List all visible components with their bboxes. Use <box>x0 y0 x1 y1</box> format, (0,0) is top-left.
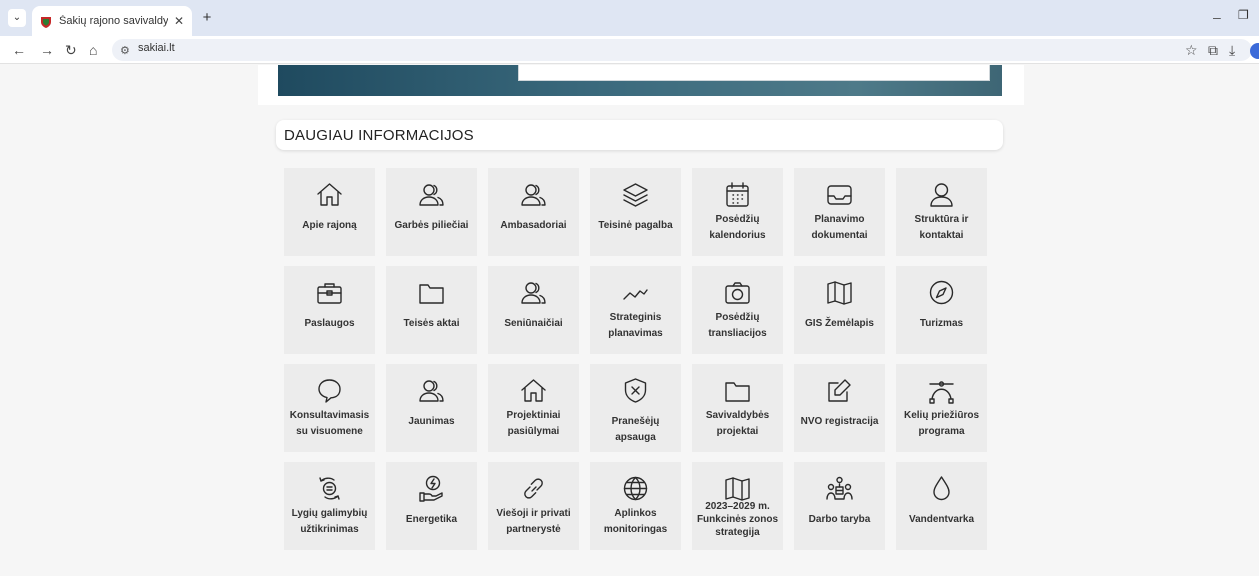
info-tile[interactable]: Viešoji ir privati partnerystė <box>488 462 579 550</box>
profile-avatar[interactable] <box>1250 43 1259 59</box>
info-tile-label: Apie rajoną <box>302 220 357 231</box>
info-tile-label: Garbės piliečiai <box>394 220 469 231</box>
back-icon[interactable]: ← <box>12 42 26 58</box>
info-tile[interactable]: Seniūnaičiai <box>488 266 579 354</box>
browser-tab[interactable]: Šakių rajono savivaldybė - Prad ✕ <box>32 6 192 36</box>
browser-toolbar: ← → ↻ ⌂ ⚙ sakiai.lt ☆ ⧉ ⤓ <box>0 36 1259 64</box>
browser-tab-bar: ⌄ Šakių rajono savivaldybė - Prad ✕ + – … <box>0 0 1259 36</box>
info-tile-label: Pranešėjų apsauga <box>611 416 660 443</box>
info-tile-label: Teisės aktai <box>403 318 460 329</box>
info-tile[interactable]: Teisinė pagalba <box>590 168 681 256</box>
info-tile[interactable]: 2023–2029 m. Funkcinės zonos strategija <box>692 462 783 550</box>
info-tile[interactable]: Garbės piliečiai <box>386 168 477 256</box>
tab-title: Šakių rajono savivaldybė - Prad <box>59 15 168 27</box>
info-tile[interactable]: Strateginis planavimas <box>590 266 681 354</box>
info-tile-label: Jaunimas <box>408 416 455 427</box>
info-tile-label: Darbo taryba <box>808 514 871 525</box>
section-header: DAUGIAU INFORMACIJOS <box>276 120 1003 150</box>
info-tile[interactable]: Lygių galimybių užtikrinimas <box>284 462 375 550</box>
window-minimize-icon[interactable]: – <box>1213 9 1221 25</box>
reload-icon[interactable]: ↻ <box>65 42 77 58</box>
forward-icon[interactable]: → <box>40 42 54 58</box>
info-tile-label: Energetika <box>405 514 458 525</box>
info-tile-label: Paslaugos <box>304 318 355 329</box>
new-tab-icon[interactable]: + <box>197 8 217 28</box>
window-restore-icon[interactable]: ❐ <box>1238 8 1249 22</box>
info-tile[interactable]: Kelių priežiūros programa <box>896 364 987 452</box>
info-tile[interactable]: Konsultavimasis su visuomene <box>284 364 375 452</box>
info-tile-label: 2023–2029 m. Funkcinės zonos strategija <box>696 501 779 538</box>
tab-close-icon[interactable]: ✕ <box>174 14 184 28</box>
info-tile[interactable]: Ambasadoriai <box>488 168 579 256</box>
info-tile[interactable]: Vandentvarka <box>896 462 987 550</box>
info-tile[interactable]: Aplinkos monitoringas <box>590 462 681 550</box>
hero-content-box <box>518 65 990 81</box>
info-tile[interactable]: Posėdžių transliacijos <box>692 266 783 354</box>
info-tile-label: Kelių priežiūros programa <box>903 410 979 437</box>
info-tile[interactable]: Energetika <box>386 462 477 550</box>
section-title: DAUGIAU INFORMACIJOS <box>284 127 474 144</box>
bookmark-star-icon[interactable]: ☆ <box>1185 42 1198 58</box>
info-tile[interactable]: Pranešėjų apsauga <box>590 364 681 452</box>
info-tile-label: Lygių galimybių užtikrinimas <box>291 508 368 535</box>
page-content: DAUGIAU INFORMACIJOS Apie rajoną Garbės p… <box>0 65 1259 576</box>
info-tile[interactable]: NVO registracija <box>794 364 885 452</box>
info-tile-label: Strateginis planavimas <box>608 312 663 339</box>
info-tile-label: Planavimo dokumentai <box>811 214 868 241</box>
info-tile[interactable]: Paslaugos <box>284 266 375 354</box>
address-bar[interactable] <box>112 39 1252 61</box>
info-tile-label: Posėdžių transliacijos <box>708 312 767 339</box>
info-tile-label: Teisinė pagalba <box>598 220 673 231</box>
info-tile-label: Vandentvarka <box>908 514 975 525</box>
info-tile[interactable]: GIS Žemėlapis <box>794 266 885 354</box>
download-icon[interactable]: ⤓ <box>1229 42 1235 58</box>
info-tile-label: Aplinkos monitoringas <box>603 508 668 535</box>
url-text: sakiai.lt <box>138 42 175 54</box>
info-tile-label: Ambasadoriai <box>500 220 567 231</box>
info-tile[interactable]: Planavimo dokumentai <box>794 168 885 256</box>
info-tile[interactable]: Struktūra ir kontaktai <box>896 168 987 256</box>
extensions-icon[interactable]: ⧉ <box>1208 42 1218 58</box>
info-tile[interactable]: Teisės aktai <box>386 266 477 354</box>
home-button-icon[interactable]: ⌂ <box>89 42 97 58</box>
tab-search-menu-icon[interactable]: ⌄ <box>8 9 26 27</box>
info-tile-label: Savivaldybės projektai <box>705 410 770 437</box>
info-tile[interactable]: Jaunimas <box>386 364 477 452</box>
info-tile-label: Posėdžių kalendorius <box>709 214 766 241</box>
info-tile-label: Turizmas <box>919 318 964 329</box>
info-tile-label: GIS Žemėlapis <box>805 318 874 329</box>
info-tile[interactable]: Darbo taryba <box>794 462 885 550</box>
info-tile[interactable]: Apie rajoną <box>284 168 375 256</box>
info-tile-label: Projektiniai pasiūlymai <box>506 410 561 437</box>
info-tile[interactable]: Savivaldybės projektai <box>692 364 783 452</box>
info-tile[interactable]: Turizmas <box>896 266 987 354</box>
info-tile[interactable]: Projektiniai pasiūlymai <box>488 364 579 452</box>
info-tile-label: Struktūra ir kontaktai <box>914 214 969 241</box>
info-tile-label: Viešoji ir privati partnerystė <box>496 508 571 535</box>
info-tile-label: NVO registracija <box>800 416 879 427</box>
info-tile-label: Seniūnaičiai <box>504 318 563 329</box>
site-info-icon[interactable]: ⚙ <box>120 44 130 57</box>
site-favicon-icon <box>40 15 52 28</box>
info-tile-label: Konsultavimasis su visuomene <box>289 410 370 437</box>
info-tile[interactable]: Posėdžių kalendorius <box>692 168 783 256</box>
